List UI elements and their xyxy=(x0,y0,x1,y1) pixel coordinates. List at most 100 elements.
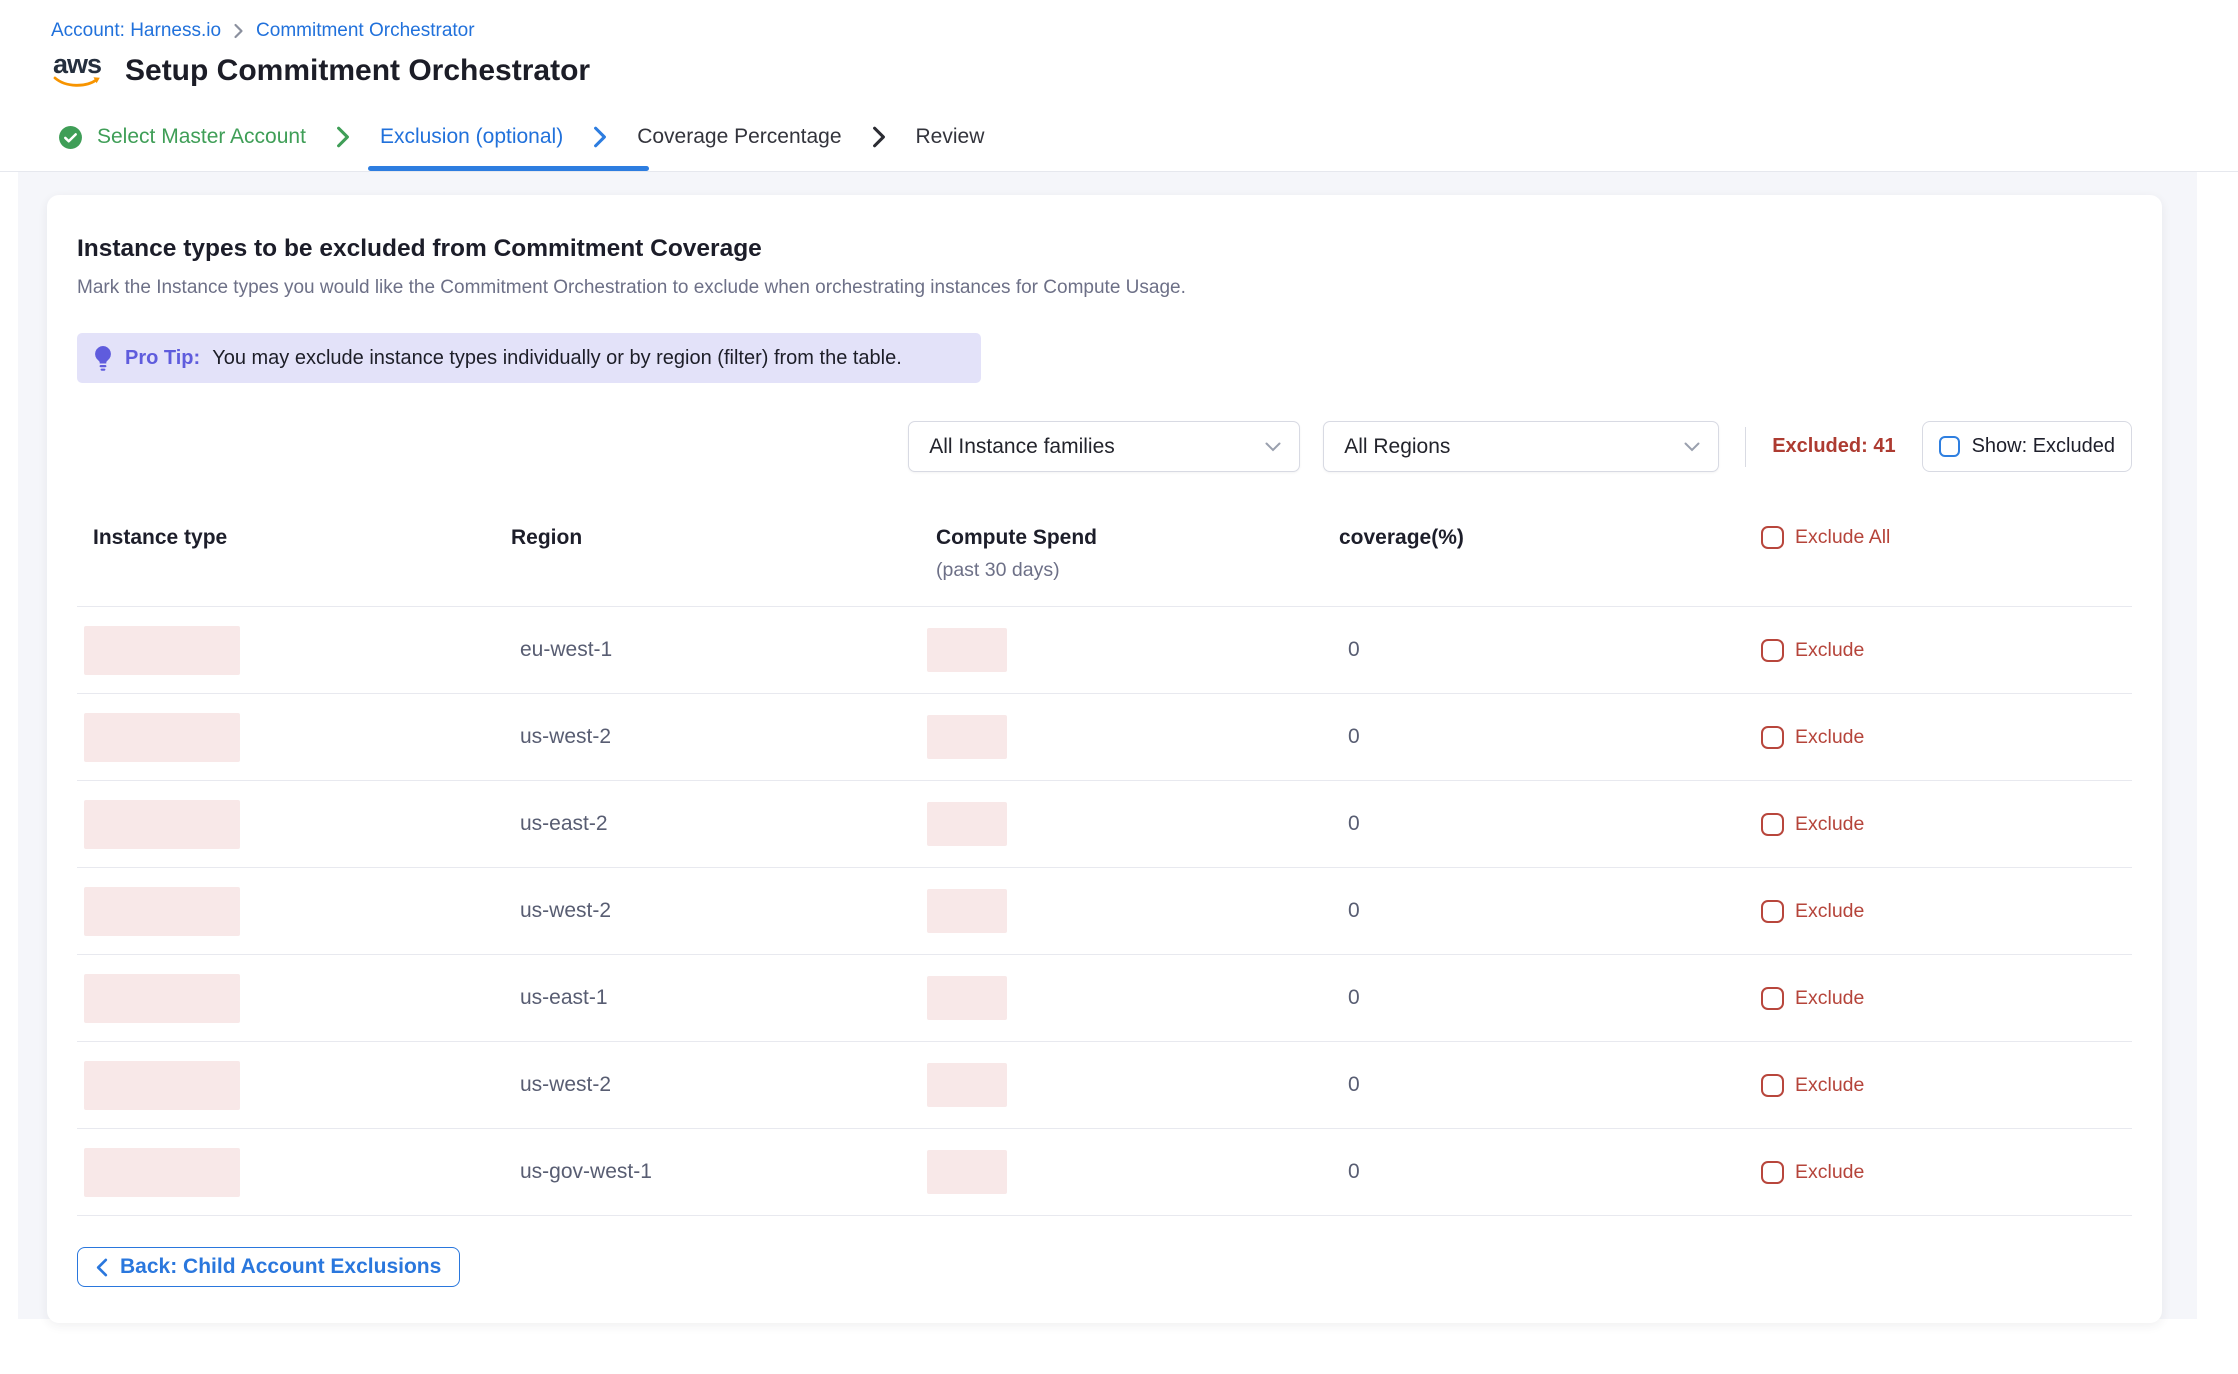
column-header-region: Region xyxy=(511,526,927,550)
pro-tip-label: Pro Tip: xyxy=(125,347,200,370)
setup-stepper: Select Master Account Exclusion (optiona… xyxy=(0,103,2238,172)
table-row: us-west-2 0 Exclude xyxy=(77,694,2132,781)
section-title: Instance types to be excluded from Commi… xyxy=(77,235,2132,263)
redacted-compute-spend xyxy=(927,628,1007,672)
chevron-down-icon xyxy=(1265,442,1281,452)
exclude-checkbox[interactable] xyxy=(1761,1161,1784,1184)
selected-value: All Instance families xyxy=(929,435,1115,459)
breadcrumb-page-link[interactable]: Commitment Orchestrator xyxy=(256,20,475,42)
pro-tip-text: You may exclude instance types individua… xyxy=(212,347,902,370)
exclude-control[interactable]: Exclude xyxy=(1761,1161,2132,1184)
chevron-right-icon xyxy=(233,23,244,39)
step-exclusion[interactable]: Exclusion (optional) xyxy=(380,103,563,171)
exclude-control[interactable]: Exclude xyxy=(1761,813,2132,836)
column-header-compute-spend: Compute Spend (past 30 days) xyxy=(927,526,1339,582)
step-select-master-account[interactable]: Select Master Account xyxy=(58,103,306,171)
redacted-compute-spend xyxy=(927,802,1007,846)
coverage-cell: 0 xyxy=(1339,638,1761,662)
show-excluded-label: Show: Excluded xyxy=(1972,435,2115,458)
exclusion-panel: Instance types to be excluded from Commi… xyxy=(47,195,2162,1323)
exclude-control[interactable]: Exclude xyxy=(1761,987,2132,1010)
region-cell: us-west-2 xyxy=(511,725,927,749)
table-header-row: Instance type Region Compute Spend (past… xyxy=(77,526,2132,607)
exclude-control[interactable]: Exclude xyxy=(1761,726,2132,749)
region-cell: us-east-2 xyxy=(511,812,927,836)
exclude-all-label: Exclude All xyxy=(1795,526,1890,549)
exclude-control[interactable]: Exclude xyxy=(1761,1074,2132,1097)
exclude-checkbox[interactable] xyxy=(1761,987,1784,1010)
column-header-instance-type: Instance type xyxy=(77,526,511,550)
exclude-checkbox[interactable] xyxy=(1761,813,1784,836)
step-coverage-percentage[interactable]: Coverage Percentage xyxy=(637,103,841,171)
redacted-instance-type xyxy=(84,713,240,762)
redacted-instance-type xyxy=(84,626,240,675)
page-title: Setup Commitment Orchestrator xyxy=(125,54,590,88)
exclude-label: Exclude xyxy=(1795,1074,1864,1097)
breadcrumb-account-link[interactable]: Account: Harness.io xyxy=(51,20,221,42)
exclude-label: Exclude xyxy=(1795,726,1864,749)
coverage-cell: 0 xyxy=(1339,1160,1761,1184)
exclude-checkbox[interactable] xyxy=(1761,900,1784,923)
coverage-cell: 0 xyxy=(1339,725,1761,749)
aws-logo-text: aws xyxy=(53,52,101,76)
redacted-instance-type xyxy=(84,1148,240,1197)
lightbulb-icon xyxy=(93,345,113,372)
step-label: Coverage Percentage xyxy=(637,125,841,149)
compute-spend-subtitle: (past 30 days) xyxy=(936,559,1339,582)
exclude-checkbox[interactable] xyxy=(1761,639,1784,662)
coverage-cell: 0 xyxy=(1339,812,1761,836)
instance-families-select[interactable]: All Instance families xyxy=(908,421,1300,472)
redacted-instance-type xyxy=(84,974,240,1023)
redacted-instance-type xyxy=(84,887,240,936)
show-excluded-toggle[interactable]: Show: Excluded xyxy=(1922,421,2132,472)
back-button-label: Back: Child Account Exclusions xyxy=(120,1255,441,1279)
redacted-compute-spend xyxy=(927,1150,1007,1194)
section-subtitle: Mark the Instance types you would like t… xyxy=(77,277,2132,299)
exclude-label: Exclude xyxy=(1795,639,1864,662)
region-cell: us-east-1 xyxy=(511,986,927,1010)
filter-row: All Instance families All Regions Exclud… xyxy=(77,421,2132,472)
table-row: eu-west-1 0 Exclude xyxy=(77,607,2132,694)
aws-smile-swoosh-icon xyxy=(53,76,101,89)
step-review[interactable]: Review xyxy=(916,103,985,171)
table-row: us-gov-west-1 0 Exclude xyxy=(77,1129,2132,1216)
coverage-cell: 0 xyxy=(1339,986,1761,1010)
exclude-all-control[interactable]: Exclude All xyxy=(1761,526,2132,549)
exclude-checkbox[interactable] xyxy=(1761,726,1784,749)
redacted-compute-spend xyxy=(927,1063,1007,1107)
compute-spend-title: Compute Spend xyxy=(936,526,1339,550)
table-row: us-west-2 0 Exclude xyxy=(77,1042,2132,1129)
table-row: us-east-2 0 Exclude xyxy=(77,781,2132,868)
content-area: Instance types to be excluded from Commi… xyxy=(18,172,2197,1319)
redacted-compute-spend xyxy=(927,889,1007,933)
breadcrumb: Account: Harness.io Commitment Orchestra… xyxy=(51,20,2238,42)
chevron-right-icon xyxy=(872,126,886,148)
show-excluded-checkbox[interactable] xyxy=(1939,436,1960,457)
step-label: Exclusion (optional) xyxy=(380,125,563,149)
column-header-coverage: coverage(%) xyxy=(1339,526,1761,550)
table-row: us-west-2 0 Exclude xyxy=(77,868,2132,955)
vertical-divider xyxy=(1745,427,1746,467)
exclude-label: Exclude xyxy=(1795,900,1864,923)
chevron-right-icon xyxy=(593,126,607,148)
exclude-label: Exclude xyxy=(1795,813,1864,836)
chevron-left-icon xyxy=(96,1258,108,1277)
exclude-control[interactable]: Exclude xyxy=(1761,639,2132,662)
exclude-checkbox[interactable] xyxy=(1761,1074,1784,1097)
table-row: us-east-1 0 Exclude xyxy=(77,955,2132,1042)
redacted-instance-type xyxy=(84,1061,240,1110)
exclude-label: Exclude xyxy=(1795,1161,1864,1184)
chevron-right-icon xyxy=(336,126,350,148)
back-button[interactable]: Back: Child Account Exclusions xyxy=(77,1247,460,1287)
region-cell: us-gov-west-1 xyxy=(511,1160,927,1184)
exclude-control[interactable]: Exclude xyxy=(1761,900,2132,923)
redacted-compute-spend xyxy=(927,715,1007,759)
step-label: Select Master Account xyxy=(97,125,306,149)
coverage-cell: 0 xyxy=(1339,899,1761,923)
redacted-instance-type xyxy=(84,800,240,849)
title-row: aws Setup Commitment Orchestrator xyxy=(51,52,2238,103)
region-cell: us-west-2 xyxy=(511,1073,927,1097)
exclude-all-checkbox[interactable] xyxy=(1761,526,1784,549)
chevron-down-icon xyxy=(1684,442,1700,452)
regions-select[interactable]: All Regions xyxy=(1323,421,1719,472)
